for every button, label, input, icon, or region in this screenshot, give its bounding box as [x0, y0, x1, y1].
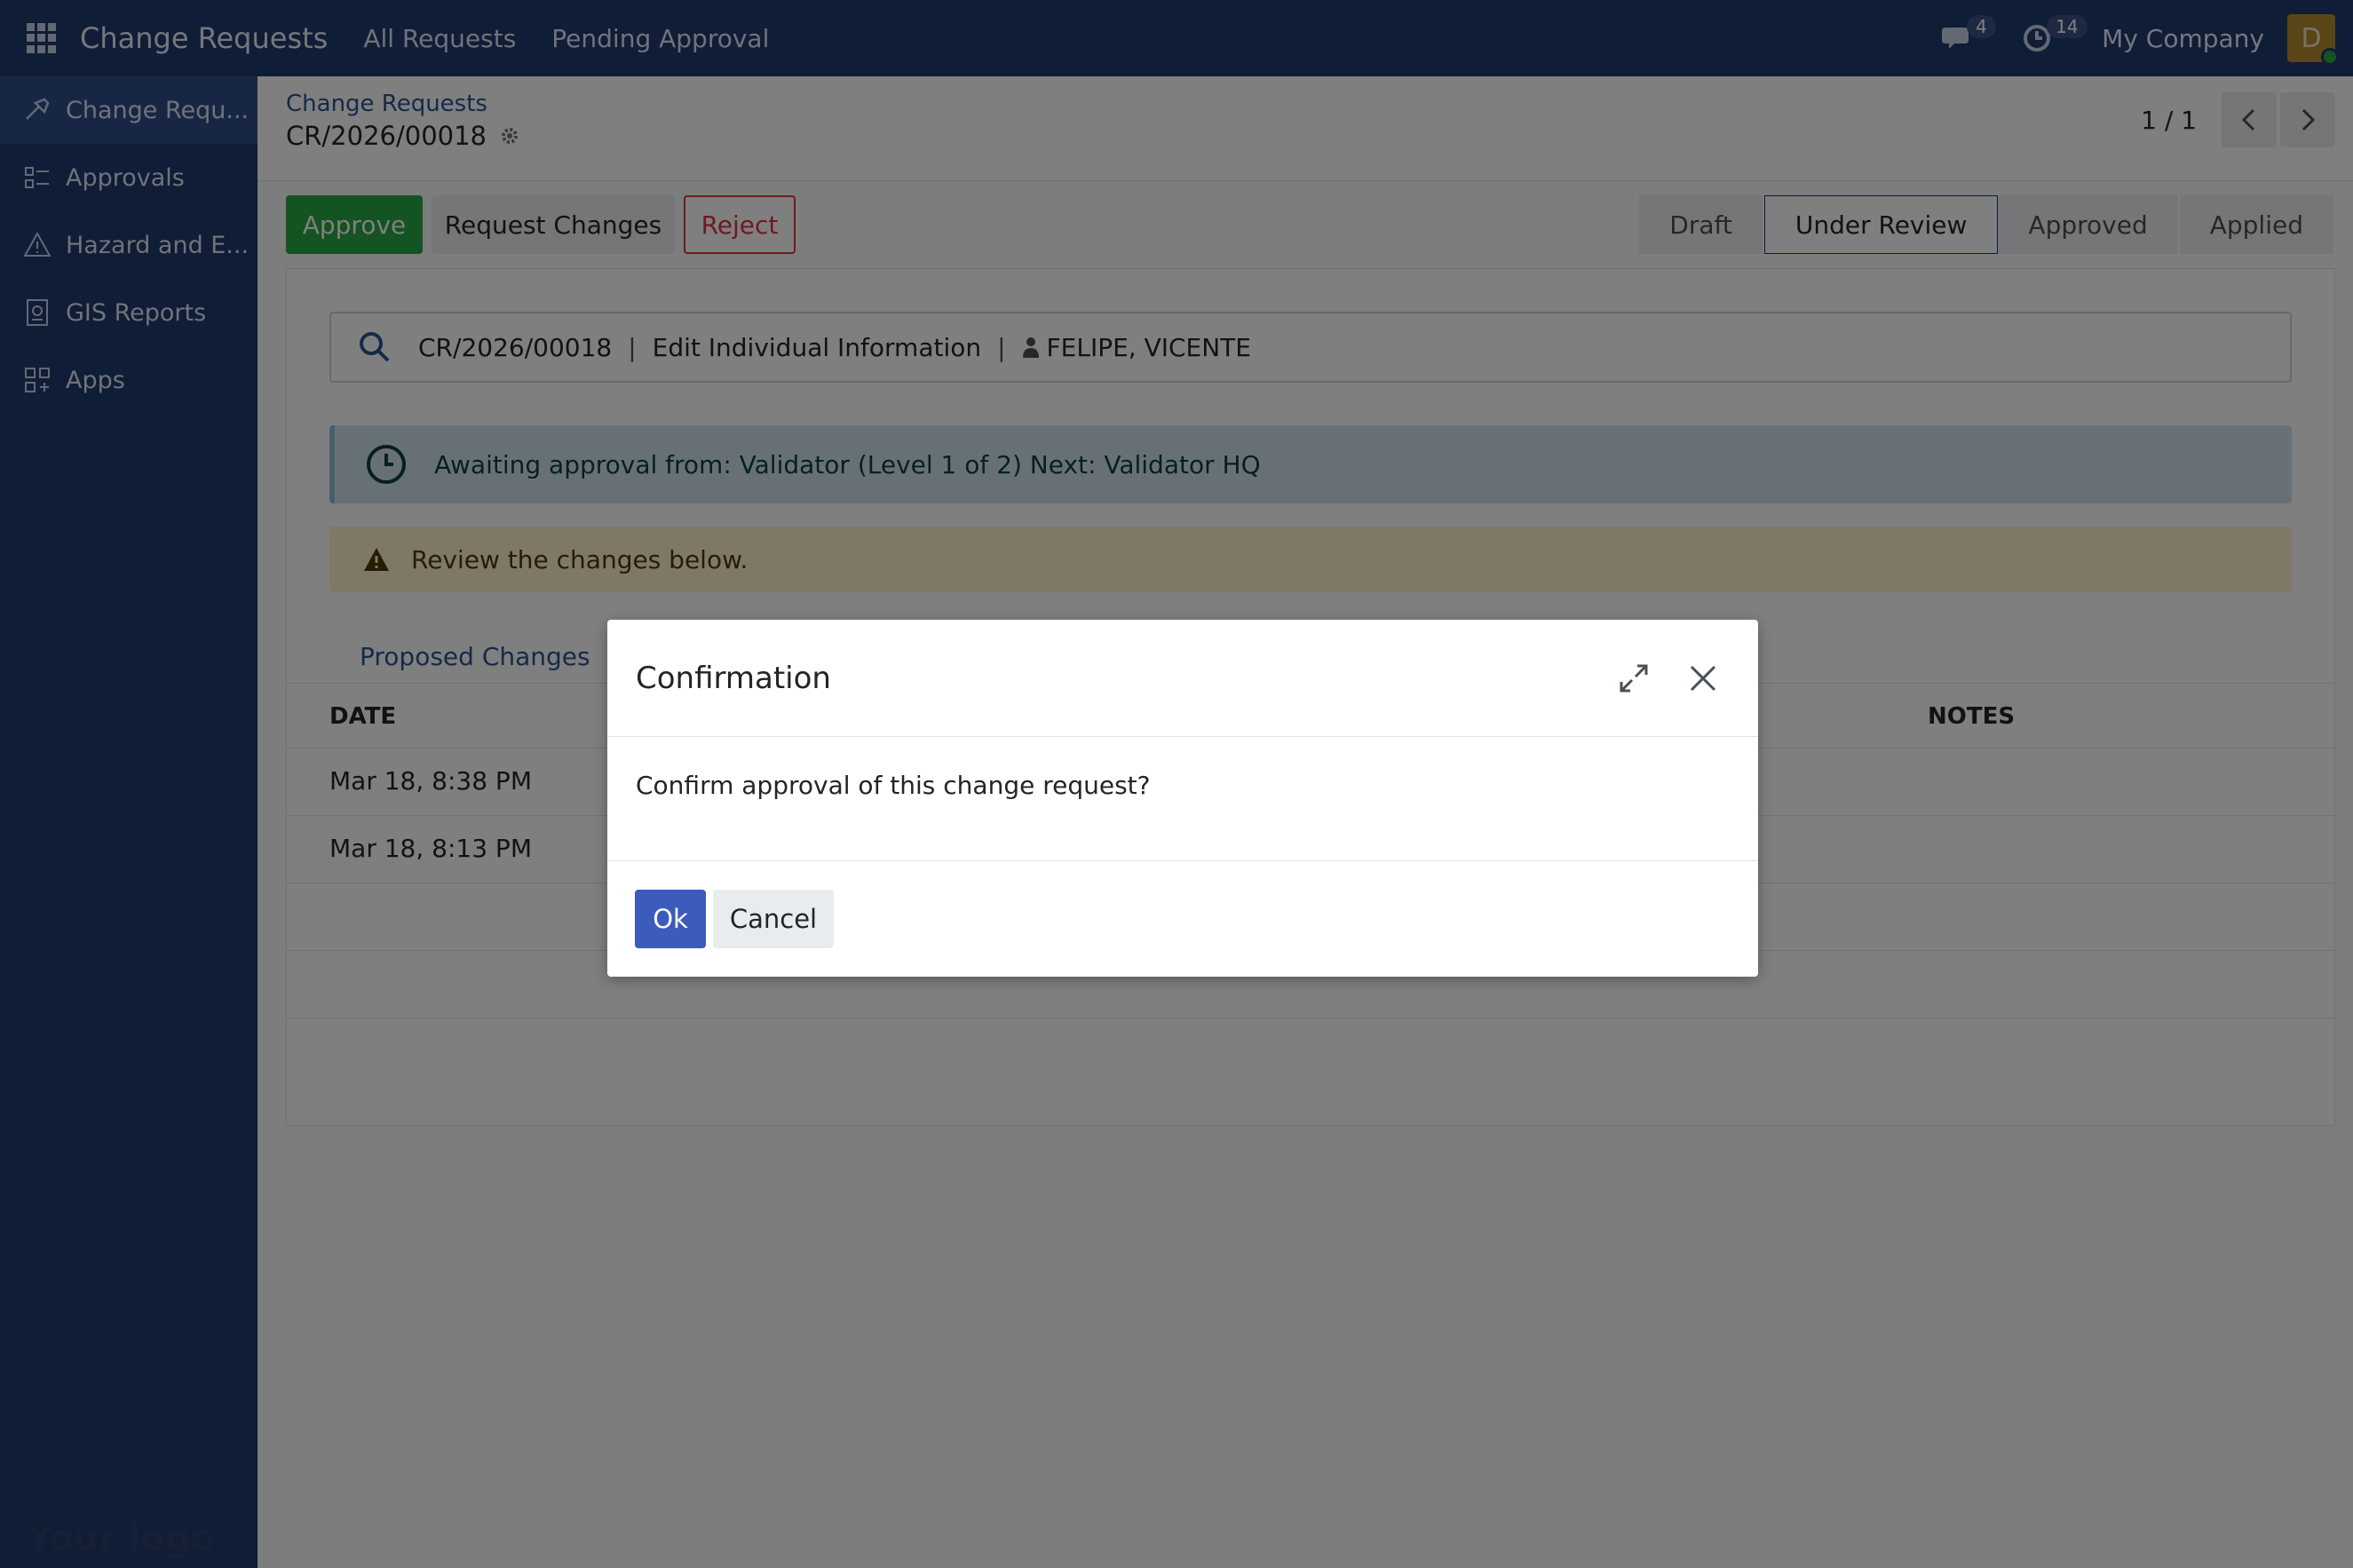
- cancel-button[interactable]: Cancel: [713, 890, 834, 948]
- dialog-header: Confirmation: [607, 620, 1758, 737]
- expand-icon[interactable]: [1614, 659, 1653, 698]
- dialog-footer: Ok Cancel: [607, 861, 1758, 977]
- confirmation-dialog: Confirmation Confirm approval of this ch…: [607, 620, 1758, 977]
- dialog-title: Confirmation: [636, 660, 831, 696]
- dialog-body: Confirm approval of this change request?: [607, 737, 1758, 861]
- ok-button[interactable]: Ok: [635, 890, 706, 948]
- close-icon[interactable]: [1684, 659, 1723, 698]
- dialog-message: Confirm approval of this change request?: [636, 771, 1151, 800]
